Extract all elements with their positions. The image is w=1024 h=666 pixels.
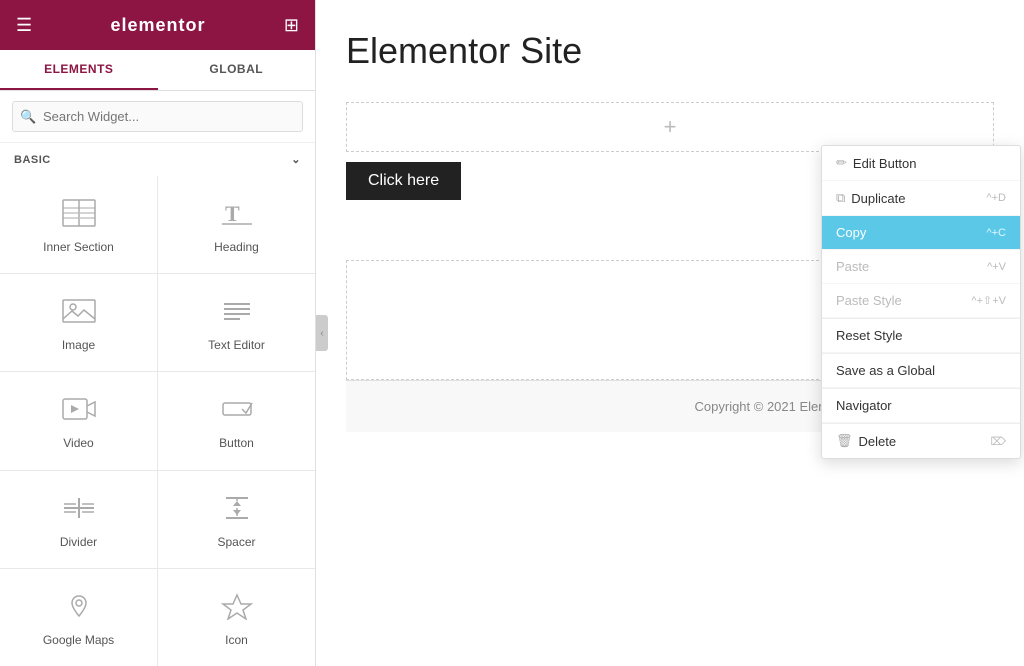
panel-tabs: ELEMENTS GLOBAL bbox=[0, 50, 315, 91]
duplicate-icon: ⧉ bbox=[836, 190, 845, 206]
logo-text: elementor bbox=[111, 15, 206, 36]
paste-style-shortcut: ^+⇧+V bbox=[971, 294, 1006, 307]
widget-divider-label: Divider bbox=[60, 535, 97, 549]
widget-google-maps-label: Google Maps bbox=[43, 633, 114, 647]
widget-text-editor-label: Text Editor bbox=[208, 338, 265, 352]
svg-text:T: T bbox=[225, 201, 240, 226]
duplicate-shortcut: ^+D bbox=[986, 192, 1006, 204]
context-menu-copy-label: Copy bbox=[836, 225, 866, 240]
click-here-button[interactable]: Click here bbox=[346, 162, 461, 200]
context-menu-paste-style: Paste Style ^+⇧+V bbox=[822, 284, 1020, 318]
widget-inner-section-label: Inner Section bbox=[43, 240, 114, 254]
context-menu-copy[interactable]: Copy ^+C bbox=[822, 216, 1020, 250]
divider-icon bbox=[62, 494, 96, 527]
widget-image[interactable]: Image bbox=[0, 274, 157, 371]
context-menu-delete-label: Delete bbox=[859, 434, 897, 449]
widget-image-label: Image bbox=[62, 338, 95, 352]
context-menu-reset-style-label: Reset Style bbox=[836, 328, 902, 343]
context-menu-save-global[interactable]: Save as a Global bbox=[822, 354, 1020, 388]
context-menu-duplicate-label: Duplicate bbox=[851, 191, 905, 206]
heading-icon: T bbox=[220, 199, 254, 232]
widget-google-maps[interactable]: Google Maps bbox=[0, 569, 157, 666]
section-basic-header[interactable]: BASIC ⌄ bbox=[0, 143, 315, 176]
context-menu-reset-style[interactable]: Reset Style bbox=[822, 319, 1020, 353]
google-maps-icon bbox=[62, 592, 96, 625]
context-menu-paste-label: Paste bbox=[836, 259, 869, 274]
widget-button-label: Button bbox=[219, 436, 254, 450]
search-icon: 🔍 bbox=[20, 109, 36, 125]
widget-spacer-label: Spacer bbox=[217, 535, 255, 549]
context-menu-navigator-label: Navigator bbox=[836, 398, 892, 413]
hamburger-icon[interactable]: ☰ bbox=[16, 15, 32, 36]
context-menu-paste: Paste ^+V bbox=[822, 250, 1020, 284]
widgets-grid: Inner Section T Heading Image bbox=[0, 176, 315, 666]
widget-video[interactable]: Video bbox=[0, 372, 157, 469]
context-menu-paste-style-label: Paste Style bbox=[836, 293, 902, 308]
context-menu-edit-button[interactable]: ✏ Edit Button bbox=[822, 146, 1020, 181]
widget-text-editor[interactable]: Text Editor bbox=[158, 274, 315, 371]
tab-elements[interactable]: ELEMENTS bbox=[0, 50, 158, 90]
paste-shortcut: ^+V bbox=[987, 261, 1006, 273]
spacer-icon bbox=[220, 494, 254, 527]
left-panel: ☰ elementor ⊞ ELEMENTS GLOBAL 🔍 BASIC ⌄ bbox=[0, 0, 316, 666]
context-menu-navigator[interactable]: Navigator bbox=[822, 389, 1020, 423]
inner-section-icon bbox=[62, 199, 96, 232]
context-menu-save-global-label: Save as a Global bbox=[836, 363, 935, 378]
panel-header: ☰ elementor ⊞ bbox=[0, 0, 315, 50]
widget-inner-section[interactable]: Inner Section bbox=[0, 176, 157, 273]
context-menu-edit-label: Edit Button bbox=[853, 156, 917, 171]
widget-divider[interactable]: Divider bbox=[0, 471, 157, 568]
tab-global[interactable]: GLOBAL bbox=[158, 50, 316, 90]
main-content: Elementor Site + Click here ✏ Edit Butto… bbox=[316, 0, 1024, 666]
widget-button[interactable]: Button bbox=[158, 372, 315, 469]
grid-icon[interactable]: ⊞ bbox=[284, 15, 299, 36]
search-input[interactable] bbox=[12, 101, 303, 132]
search-box: 🔍 bbox=[0, 91, 315, 143]
widget-video-label: Video bbox=[63, 436, 93, 450]
widget-heading-label: Heading bbox=[214, 240, 259, 254]
video-icon bbox=[62, 395, 96, 428]
add-section-icon: + bbox=[664, 114, 677, 140]
widget-icon-label: Icon bbox=[225, 633, 248, 647]
button-widget-icon bbox=[220, 395, 254, 428]
widget-icon[interactable]: Icon bbox=[158, 569, 315, 666]
context-menu: ✏ Edit Button ⧉ Duplicate ^+D Copy ^+C bbox=[821, 145, 1021, 459]
copy-shortcut: ^+C bbox=[986, 227, 1006, 239]
image-icon bbox=[62, 297, 96, 330]
widget-heading[interactable]: T Heading bbox=[158, 176, 315, 273]
chevron-down-icon: ⌄ bbox=[291, 153, 301, 166]
collapse-handle[interactable]: ‹ bbox=[316, 315, 328, 351]
context-menu-duplicate[interactable]: ⧉ Duplicate ^+D bbox=[822, 181, 1020, 216]
section-basic-label: BASIC bbox=[14, 154, 51, 166]
delete-shortcut: ⌦ bbox=[990, 435, 1006, 448]
main-area: Elementor Site + Click here ✏ Edit Butto… bbox=[316, 0, 1024, 666]
text-editor-icon bbox=[220, 297, 254, 330]
icon-widget-icon bbox=[220, 592, 254, 625]
delete-icon: 🗑 bbox=[836, 433, 853, 449]
site-title: Elementor Site bbox=[346, 30, 994, 72]
edit-icon: ✏ bbox=[836, 155, 847, 171]
context-menu-delete[interactable]: 🗑 Delete ⌦ bbox=[822, 424, 1020, 458]
widget-spacer[interactable]: Spacer bbox=[158, 471, 315, 568]
